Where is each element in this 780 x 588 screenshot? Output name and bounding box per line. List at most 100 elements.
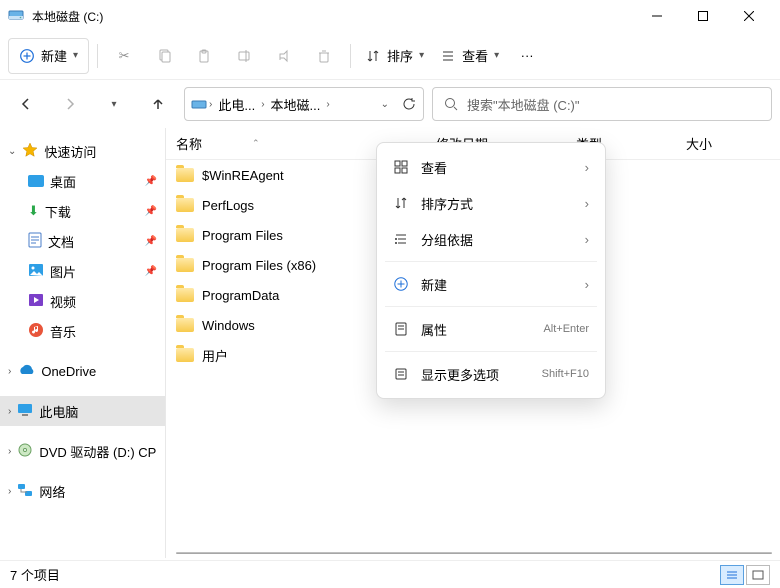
titlebar: 本地磁盘 (C:)	[0, 0, 780, 32]
sidebar-dvd[interactable]: ›DVD 驱动器 (D:) CP	[0, 436, 165, 466]
ctx-view[interactable]: 查看 ›	[383, 149, 599, 185]
share-button[interactable]	[266, 38, 302, 74]
drive-icon	[8, 7, 24, 26]
properties-icon	[393, 321, 409, 337]
sidebar-videos[interactable]: 视频	[0, 286, 165, 316]
rename-button[interactable]	[226, 38, 262, 74]
chevron-down-icon: ⌄	[8, 146, 16, 157]
drive-icon	[191, 96, 207, 112]
search-placeholder: 搜索"本地磁盘 (C:)"	[467, 95, 580, 114]
network-icon	[17, 483, 33, 500]
sidebar-documents[interactable]: 文档 📌	[0, 226, 165, 256]
sidebar-onedrive[interactable]: ›OneDrive	[0, 356, 165, 386]
sidebar-item-label: DVD 驱动器 (D:) CP	[39, 442, 156, 461]
folder-icon	[176, 168, 194, 182]
sidebar: ⌄ 快速访问 桌面📌 ⬇下载📌 文档📌 图片📌 视频 音乐 ›OneDrive …	[0, 128, 166, 558]
minimize-button[interactable]	[634, 0, 680, 32]
col-size[interactable]: 大小	[676, 134, 722, 153]
ctx-properties[interactable]: 属性 Alt+Enter	[383, 311, 599, 347]
chevron-down-icon: ▾	[111, 99, 116, 110]
search-input[interactable]: 搜索"本地磁盘 (C:)"	[432, 87, 772, 121]
sidebar-quick-access[interactable]: ⌄ 快速访问	[0, 136, 165, 166]
toolbar: 新建 ▾ ✂ 排序 ▾ 查看 ▾ ···	[0, 32, 780, 80]
videos-icon	[28, 293, 44, 310]
ctx-new[interactable]: 新建 ›	[383, 266, 599, 302]
cloud-icon	[17, 364, 35, 379]
menu-divider	[385, 306, 597, 307]
sidebar-music[interactable]: 音乐	[0, 316, 165, 346]
ctx-label: 新建	[421, 275, 447, 294]
cut-button[interactable]: ✂	[106, 38, 142, 74]
breadcrumb-seg[interactable]: 本地磁...	[267, 93, 325, 116]
chevron-right-icon: ›	[585, 277, 589, 292]
disc-icon	[17, 442, 33, 461]
sort-label: 排序	[387, 46, 413, 65]
status-bar: 7 个项目	[0, 560, 780, 588]
file-name: Program Files	[202, 228, 283, 243]
history-dropdown[interactable]: ⌄	[381, 99, 389, 110]
sidebar-desktop[interactable]: 桌面📌	[0, 166, 165, 196]
chevron-right-icon[interactable]: ›	[261, 99, 264, 110]
folder-icon	[176, 348, 194, 362]
details-view-button[interactable]	[720, 565, 744, 585]
cut-icon: ✂	[116, 48, 132, 64]
thumbnail-view-button[interactable]	[746, 565, 770, 585]
ctx-more-options[interactable]: 显示更多选项 Shift+F10	[383, 356, 599, 392]
paste-button[interactable]	[186, 38, 222, 74]
download-icon: ⬇	[28, 203, 39, 219]
paste-icon	[196, 48, 212, 64]
maximize-button[interactable]	[680, 0, 726, 32]
sidebar-item-label: 此电脑	[39, 402, 78, 421]
plus-icon	[393, 276, 409, 292]
delete-button[interactable]	[306, 38, 342, 74]
sidebar-item-label: 桌面	[50, 172, 76, 191]
chevron-right-icon[interactable]: ›	[209, 99, 212, 110]
share-icon	[276, 48, 292, 64]
file-name: PerfLogs	[202, 198, 254, 213]
context-menu: 查看 › 排序方式 › 分组依据 › 新建 › 属性	[376, 142, 606, 399]
up-button[interactable]	[140, 86, 176, 122]
shortcut-label: Alt+Enter	[543, 323, 589, 335]
main-panel: 名称⌃ 修改日期 类型 大小 $WinREAgent PerfLogs Prog…	[166, 128, 780, 558]
recent-button[interactable]: ▾	[96, 86, 132, 122]
chevron-right-icon: ›	[585, 196, 589, 211]
document-icon	[28, 232, 42, 251]
more-button[interactable]: ···	[509, 38, 545, 74]
sidebar-item-label: 下载	[45, 202, 71, 221]
divider	[97, 44, 98, 68]
sidebar-item-label: 文档	[48, 232, 74, 251]
ctx-sort[interactable]: 排序方式 ›	[383, 185, 599, 221]
ctx-label: 显示更多选项	[421, 365, 499, 384]
new-button[interactable]: 新建 ▾	[8, 38, 89, 74]
forward-button[interactable]	[52, 86, 88, 122]
more-options-icon	[393, 366, 409, 382]
sidebar-downloads[interactable]: ⬇下载📌	[0, 196, 165, 226]
view-button[interactable]: 查看 ▾	[434, 38, 505, 74]
sidebar-this-pc[interactable]: ›此电脑	[0, 396, 165, 426]
chevron-right-icon[interactable]: ›	[326, 99, 329, 110]
sidebar-pictures[interactable]: 图片📌	[0, 256, 165, 286]
path-box[interactable]: › 此电... › 本地磁... › ⌄	[184, 87, 424, 121]
trash-icon	[316, 48, 332, 64]
more-icon: ···	[521, 48, 534, 63]
file-name: Windows	[202, 318, 255, 333]
folder-icon	[176, 318, 194, 332]
chevron-down-icon: ▾	[73, 50, 78, 61]
close-button[interactable]	[726, 0, 772, 32]
chevron-right-icon: ›	[8, 486, 11, 497]
back-button[interactable]	[8, 86, 44, 122]
pin-icon: 📌	[145, 266, 157, 277]
sidebar-network[interactable]: ›网络	[0, 476, 165, 506]
refresh-button[interactable]	[401, 96, 417, 112]
breadcrumb-seg[interactable]: 此电...	[214, 93, 259, 116]
sidebar-item-label: 快速访问	[44, 142, 96, 161]
sort-button[interactable]: 排序 ▾	[359, 38, 430, 74]
chevron-down-icon: ▾	[494, 50, 499, 61]
sidebar-item-label: OneDrive	[41, 364, 96, 379]
horizontal-scrollbar[interactable]	[176, 548, 772, 558]
pin-icon: 📌	[145, 236, 157, 247]
folder-icon	[176, 198, 194, 212]
copy-button[interactable]	[146, 38, 182, 74]
ctx-group[interactable]: 分组依据 ›	[383, 221, 599, 257]
divider	[350, 44, 351, 68]
